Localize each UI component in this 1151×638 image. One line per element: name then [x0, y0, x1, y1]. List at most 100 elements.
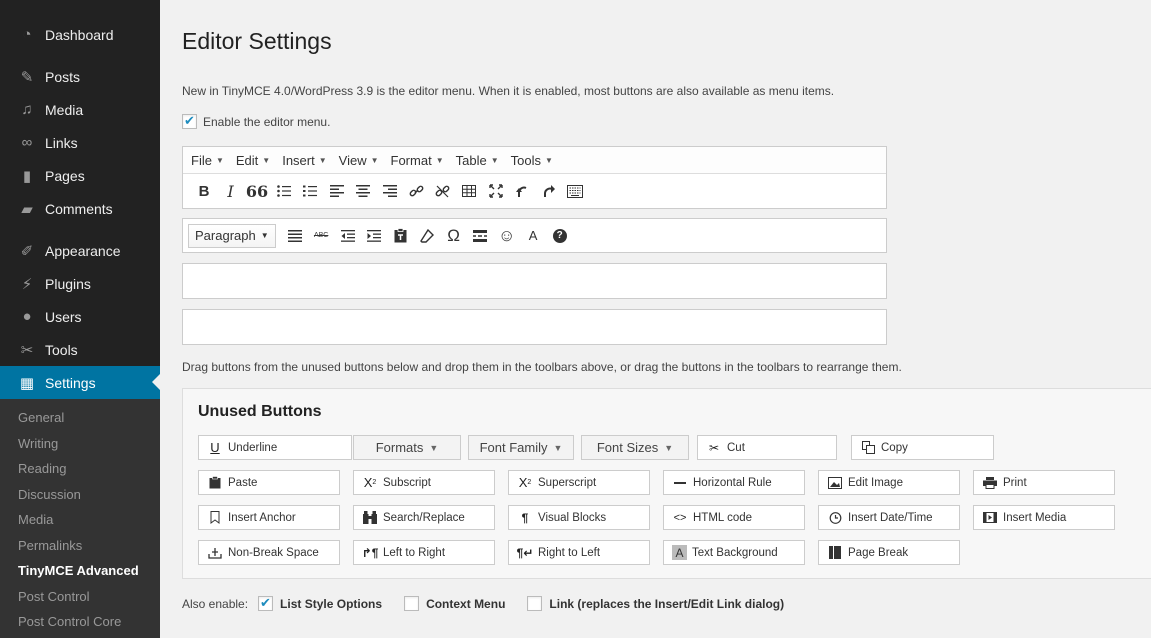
sidebar-item-pages[interactable]: ▮ Pages [0, 159, 160, 192]
superscript-button[interactable]: X2 Superscript [508, 470, 650, 495]
indent-icon[interactable] [363, 225, 385, 247]
edit-image-button[interactable]: Edit Image [818, 470, 960, 495]
submenu-item-tinymce-advanced[interactable]: TinyMCE Advanced [0, 558, 160, 584]
font-family-button[interactable]: Font Family ▼ [468, 435, 574, 460]
printer-icon [982, 476, 998, 490]
menu-view[interactable]: View ▼ [339, 153, 379, 168]
context-menu-option[interactable]: Context Menu [404, 596, 505, 611]
submenu-item-post-control[interactable]: Post Control [0, 584, 160, 610]
submenu-item-general[interactable]: General [0, 405, 160, 431]
print-button[interactable]: Print [973, 470, 1115, 495]
font-sizes-button[interactable]: Font Sizes ▼ [581, 435, 689, 460]
search-replace-button[interactable]: Search/Replace [353, 505, 495, 530]
strikethrough-icon[interactable]: ABC [310, 225, 332, 247]
formats-button[interactable]: Formats ▼ [353, 435, 461, 460]
table-icon[interactable] [458, 180, 480, 202]
copy-button[interactable]: Copy [851, 435, 994, 460]
help-icon[interactable]: ? [549, 225, 571, 247]
sidebar-item-users[interactable]: ● Users [0, 300, 160, 333]
outdent-icon[interactable] [337, 225, 359, 247]
caret-down-icon: ▼ [490, 155, 499, 165]
insert-media-button[interactable]: Insert Media [973, 505, 1115, 530]
sidebar-item-label: Users [45, 308, 82, 325]
dashboard-icon: ◔ [22, 26, 32, 43]
submenu-item-post-control-core[interactable]: Post Control Core [0, 609, 160, 635]
menu-insert[interactable]: Insert ▼ [282, 153, 326, 168]
sidebar-item-appearance[interactable]: ✐ Appearance [0, 234, 160, 267]
redo-icon[interactable] [538, 180, 560, 202]
context-menu-checkbox[interactable] [404, 596, 420, 611]
link-icon[interactable] [405, 180, 427, 202]
submenu-item-writing[interactable]: Writing [0, 431, 160, 457]
caret-down-icon: ▼ [435, 155, 444, 165]
editor-menubar: File ▼ Edit ▼ Insert ▼ View ▼ Format ▼ Table ▼… [183, 147, 886, 174]
sidebar-item-posts[interactable]: ✎ Posts [0, 60, 160, 93]
caret-down-icon: ▼ [429, 442, 439, 453]
editor-toolbar-2: Paragraph ▼ ABC Ω ☺ A ? [182, 218, 887, 253]
emoticons-icon[interactable]: ☺ [496, 225, 518, 247]
html-code-button[interactable]: <> HTML code [663, 505, 805, 530]
align-center-icon[interactable] [352, 180, 374, 202]
sidebar-item-plugins[interactable]: ⚡ Plugins [0, 267, 160, 300]
align-left-icon[interactable] [326, 180, 348, 202]
also-enable-row: Also enable: List Style Options Context … [182, 595, 784, 611]
insert-anchor-button[interactable]: Insert Anchor [198, 505, 340, 530]
submenu-item-discussion[interactable]: Discussion [0, 482, 160, 508]
menu-edit[interactable]: Edit ▼ [236, 153, 270, 168]
unlink-icon[interactable] [432, 180, 454, 202]
visual-blocks-button[interactable]: ¶ Visual Blocks [508, 505, 650, 530]
clear-formatting-icon[interactable] [416, 225, 438, 247]
list-style-option[interactable]: List Style Options [258, 595, 382, 611]
insert-datetime-button[interactable]: Insert Date/Time [818, 505, 960, 530]
align-right-icon[interactable] [379, 180, 401, 202]
horizontal-rule-button[interactable]: Horizontal Rule [663, 470, 805, 495]
menu-format[interactable]: Format ▼ [391, 153, 444, 168]
keyboard-icon[interactable] [564, 180, 586, 202]
non-break-space-button[interactable]: Non-Break Space [198, 540, 340, 565]
sidebar-item-media[interactable]: ♫ Media [0, 93, 160, 126]
link-checkbox[interactable] [527, 596, 543, 611]
menu-tools[interactable]: Tools ▼ [511, 153, 553, 168]
sidebar-item-dashboard[interactable]: ◔ Dashboard [0, 18, 160, 51]
blockquote-icon[interactable]: 66 [246, 180, 268, 202]
sidebar-item-comments[interactable]: ▰ Comments [0, 192, 160, 225]
sidebar-item-settings[interactable]: ▦ Settings [0, 366, 160, 399]
cut-button[interactable]: ✂ Cut [697, 435, 837, 460]
editor-toolbar-4[interactable] [182, 309, 887, 345]
sidebar-item-label: Comments [45, 200, 113, 217]
underline-button[interactable]: U Underline [198, 435, 352, 460]
pin-icon: ✎ [20, 68, 34, 86]
bullet-list-icon[interactable] [273, 180, 295, 202]
format-select[interactable]: Paragraph ▼ [188, 223, 276, 248]
text-background-button[interactable]: A Text Background [663, 540, 805, 565]
right-to-left-button[interactable]: ¶↵ Right to Left [508, 540, 650, 565]
menu-table[interactable]: Table ▼ [456, 153, 499, 168]
numbered-list-icon[interactable] [299, 180, 321, 202]
subscript-button[interactable]: X2 Subscript [353, 470, 495, 495]
enable-menu-checkbox[interactable] [182, 113, 197, 129]
fullscreen-icon[interactable] [485, 180, 507, 202]
left-to-right-button[interactable]: ↱¶ Left to Right [353, 540, 495, 565]
sidebar-item-links[interactable]: ∞ Links [0, 126, 160, 159]
video-icon [982, 511, 998, 525]
plug-icon: ⚡ [21, 275, 33, 293]
submenu-item-reading[interactable]: Reading [0, 456, 160, 482]
list-style-checkbox[interactable] [258, 595, 274, 611]
link-option[interactable]: Link (replaces the Insert/Edit Link dial… [527, 596, 784, 611]
undo-icon[interactable] [511, 180, 533, 202]
bold-icon[interactable]: B [193, 180, 215, 202]
justify-icon[interactable] [284, 225, 306, 247]
paste-button[interactable]: Paste [198, 470, 340, 495]
sidebar-item-tools[interactable]: ✂ Tools [0, 333, 160, 366]
page-break-button[interactable]: Page Break [818, 540, 960, 565]
text-color-icon[interactable]: A [522, 225, 544, 247]
menu-file[interactable]: File ▼ [191, 153, 224, 168]
submenu-item-permalinks[interactable]: Permalinks [0, 533, 160, 559]
read-more-icon[interactable] [469, 225, 491, 247]
italic-icon[interactable]: I [220, 180, 242, 202]
horizontal-rule-icon [672, 476, 688, 490]
editor-toolbar-3[interactable] [182, 263, 887, 299]
paste-text-icon[interactable] [390, 225, 412, 247]
submenu-item-media[interactable]: Media [0, 507, 160, 533]
special-character-icon[interactable]: Ω [443, 225, 465, 247]
